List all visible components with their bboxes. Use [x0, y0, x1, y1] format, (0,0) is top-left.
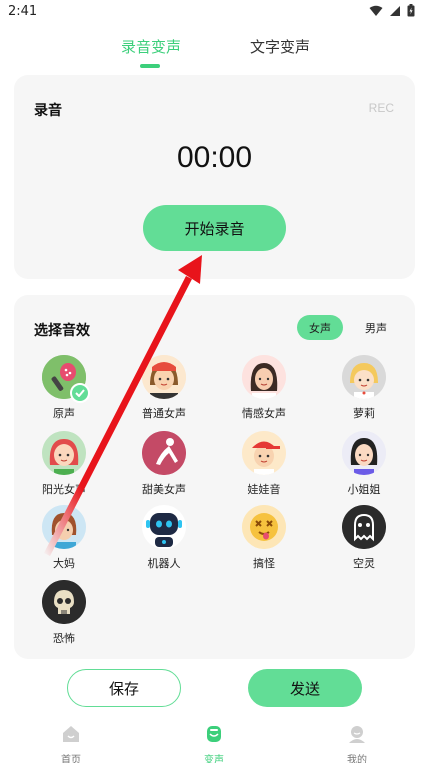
wifi-icon — [369, 5, 383, 16]
nav-label: 变声 — [204, 755, 224, 763]
effects-title: 选择音效 — [34, 323, 90, 339]
effect-baby-voice[interactable]: 娃娃音 — [216, 431, 312, 497]
home-icon — [63, 726, 79, 742]
female-voice-toggle[interactable]: 女声 — [297, 315, 343, 340]
nav-label: 我的 — [347, 755, 367, 763]
lady-avatar-icon — [342, 431, 386, 475]
effect-loli[interactable]: 萝莉 — [316, 355, 412, 421]
rec-indicator: REC — [368, 101, 394, 115]
save-button[interactable]: 保存 — [67, 669, 181, 707]
dizzy-face-icon — [242, 505, 286, 549]
girl-avatar-icon — [142, 355, 186, 399]
effect-label: 阳光女声 — [42, 483, 86, 496]
start-recording-button[interactable]: 开始录音 — [143, 205, 286, 251]
effect-label: 甜美女声 — [142, 483, 186, 496]
male-voice-toggle[interactable]: 男声 — [353, 315, 399, 340]
effect-label: 原声 — [53, 407, 75, 420]
gender-toggle: 女声 男声 — [297, 315, 399, 340]
effects-panel: 选择音效 女声 男声 原声 普通女声 情感女声 萝莉 阳光女声 甜美女声 娃娃音… — [14, 295, 415, 659]
effect-label: 搞怪 — [253, 557, 275, 570]
record-panel: 录音 REC 00:00 开始录音 — [14, 75, 415, 279]
record-title: 录音 — [34, 103, 62, 119]
ghost-icon — [342, 505, 386, 549]
effect-label: 空灵 — [353, 557, 375, 570]
effect-sweet-female[interactable]: 甜美女声 — [116, 431, 212, 497]
effect-label: 机器人 — [147, 557, 181, 570]
active-tab-indicator — [140, 64, 160, 68]
effect-auntie[interactable]: 大妈 — [16, 505, 112, 571]
status-icons — [369, 4, 415, 17]
effect-label: 娃娃音 — [247, 483, 281, 496]
selected-check-icon — [70, 383, 90, 403]
effect-ethereal[interactable]: 空灵 — [316, 505, 412, 571]
effect-sunny-female[interactable]: 阳光女声 — [16, 431, 112, 497]
effect-label: 恐怖 — [53, 632, 75, 645]
effect-label: 小姐姐 — [347, 483, 381, 496]
nav-item-voice-change[interactable]: 变声 — [184, 724, 244, 763]
battery-icon — [407, 4, 415, 17]
nav-item-profile[interactable]: 我的 — [327, 724, 387, 763]
status-bar: 2:41 — [0, 0, 429, 24]
robot-icon — [142, 505, 186, 549]
effect-original[interactable]: 原声 — [16, 355, 112, 421]
tab-text-voice-change[interactable]: 文字变声 — [250, 36, 310, 57]
effect-label: 大妈 — [53, 557, 75, 570]
dancer-avatar-icon — [142, 431, 186, 475]
effect-young-lady[interactable]: 小姐姐 — [316, 431, 412, 497]
status-time: 2:41 — [8, 4, 38, 19]
microphone-avatar-icon — [42, 355, 90, 403]
boy-cap-avatar-icon — [242, 431, 286, 475]
bottom-navigation: 首页 变声 我的 — [0, 718, 429, 763]
skull-icon — [42, 580, 86, 624]
profile-icon — [349, 726, 365, 743]
record-timer: 00:00 — [176, 141, 253, 174]
tab-record-voice-change[interactable]: 录音变声 — [121, 36, 181, 57]
effect-label: 普通女声 — [142, 407, 186, 420]
sunny-girl-avatar-icon — [42, 431, 86, 475]
effect-robot[interactable]: 机器人 — [116, 505, 212, 571]
auntie-avatar-icon — [42, 505, 86, 549]
effect-horror[interactable]: 恐怖 — [16, 580, 112, 646]
effect-label: 情感女声 — [242, 407, 286, 420]
effect-normal-female[interactable]: 普通女声 — [116, 355, 212, 421]
nav-label: 首页 — [61, 755, 81, 763]
mode-tabs: 录音变声 文字变声 — [0, 36, 429, 72]
little-girl-avatar-icon — [342, 355, 386, 399]
woman-avatar-icon — [242, 355, 286, 399]
effect-emotional-female[interactable]: 情感女声 — [216, 355, 312, 421]
send-button[interactable]: 发送 — [248, 669, 362, 707]
effect-label: 萝莉 — [353, 407, 375, 420]
signal-icon — [390, 5, 400, 16]
nav-item-home[interactable]: 首页 — [41, 724, 101, 763]
effect-funny[interactable]: 搞怪 — [216, 505, 312, 571]
voice-change-icon — [207, 726, 221, 742]
